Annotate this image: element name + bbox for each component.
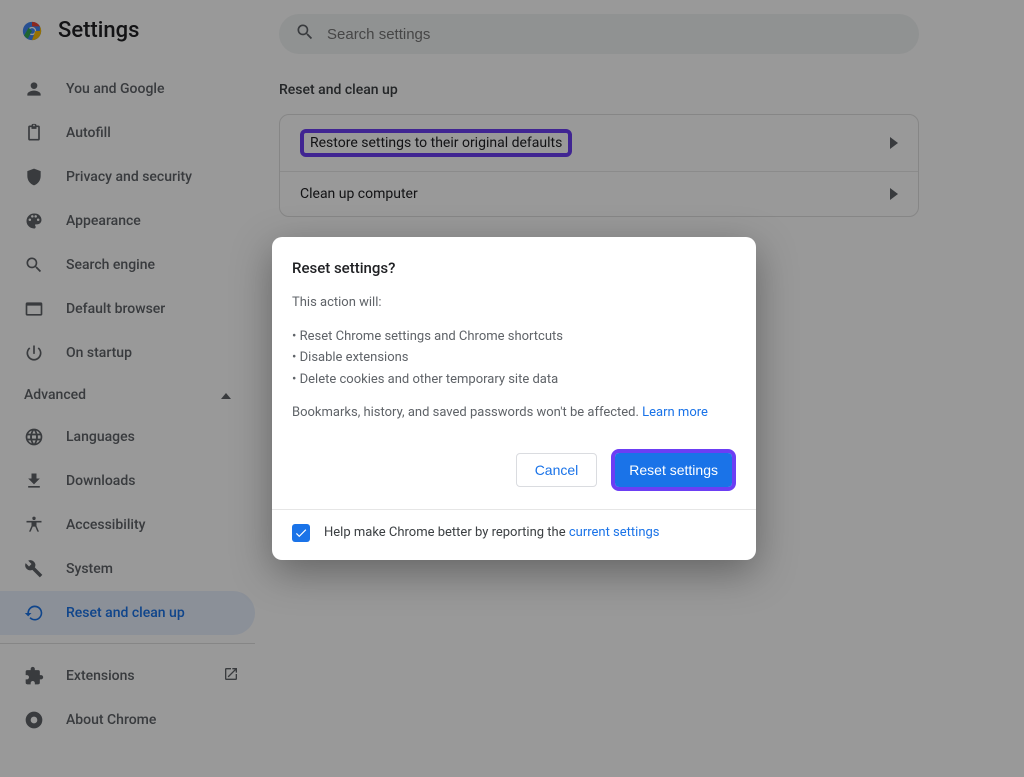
dialog-body: This action will: Reset Chrome settings … [292,293,736,423]
dialog-footer: Help make Chrome better by reporting the… [292,524,736,542]
dialog-note: Bookmarks, history, and saved passwords … [292,403,736,423]
highlight-annotation: Reset settings [611,449,736,491]
current-settings-link[interactable]: current settings [569,525,660,540]
dialog-bullet: Delete cookies and other temporary site … [292,370,736,390]
dialog-footer-text: Help make Chrome better by reporting the… [324,525,660,540]
dialog-bullets: Reset Chrome settings and Chrome shortcu… [292,327,736,390]
reset-settings-dialog: Reset settings? This action will: Reset … [272,237,756,560]
cancel-button[interactable]: Cancel [516,453,598,487]
dialog-title: Reset settings? [292,259,736,277]
learn-more-link[interactable]: Learn more [642,405,708,420]
dialog-bullet: Reset Chrome settings and Chrome shortcu… [292,327,736,347]
dialog-divider [272,509,756,510]
report-checkbox[interactable] [292,524,310,542]
dialog-bullet: Disable extensions [292,348,736,368]
dialog-actions: Cancel Reset settings [292,449,736,507]
reset-settings-button[interactable]: Reset settings [615,453,732,487]
dialog-intro: This action will: [292,293,736,313]
